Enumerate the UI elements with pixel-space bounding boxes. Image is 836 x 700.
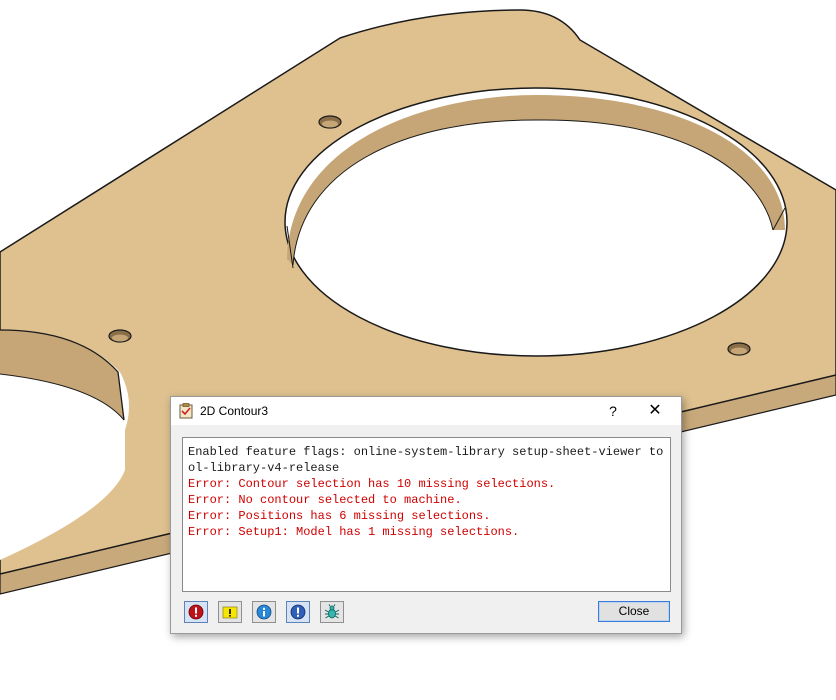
dialog-title: 2D Contour3 — [200, 404, 269, 418]
log-line-error: Error: Positions has 6 missing selection… — [188, 509, 491, 523]
error-icon — [188, 604, 204, 620]
errors-filter-button[interactable] — [184, 601, 208, 623]
log-line-error: Error: No contour selected to machine. — [188, 493, 462, 507]
warning-icon — [222, 606, 238, 619]
warnings-filter-button[interactable] — [218, 601, 242, 623]
debug-filter-button[interactable] — [320, 601, 344, 623]
log-line-error: Error: Contour selection has 10 missing … — [188, 477, 556, 491]
help-button[interactable]: ? — [601, 401, 625, 421]
close-button[interactable]: Close — [598, 601, 670, 622]
large-cutout — [284, 87, 788, 357]
dialog-titlebar[interactable]: 2D Contour3 ? ✕ — [171, 397, 681, 425]
info-filter-button[interactable] — [252, 601, 276, 623]
clipboard-icon — [179, 403, 193, 419]
close-icon[interactable]: ✕ — [643, 401, 667, 421]
messages-filter-button[interactable] — [286, 601, 310, 623]
message-icon — [290, 604, 306, 620]
message-log[interactable]: Enabled feature flags: online-system-lib… — [182, 437, 671, 592]
log-line-error: Error: Setup1: Model has 1 missing selec… — [188, 525, 520, 539]
log-line-info: Enabled feature flags: online-system-lib… — [188, 445, 664, 475]
bug-icon — [324, 604, 340, 619]
info-icon — [256, 604, 272, 620]
contour-dialog: 2D Contour3 ? ✕ Enabled feature flags: o… — [170, 396, 682, 634]
